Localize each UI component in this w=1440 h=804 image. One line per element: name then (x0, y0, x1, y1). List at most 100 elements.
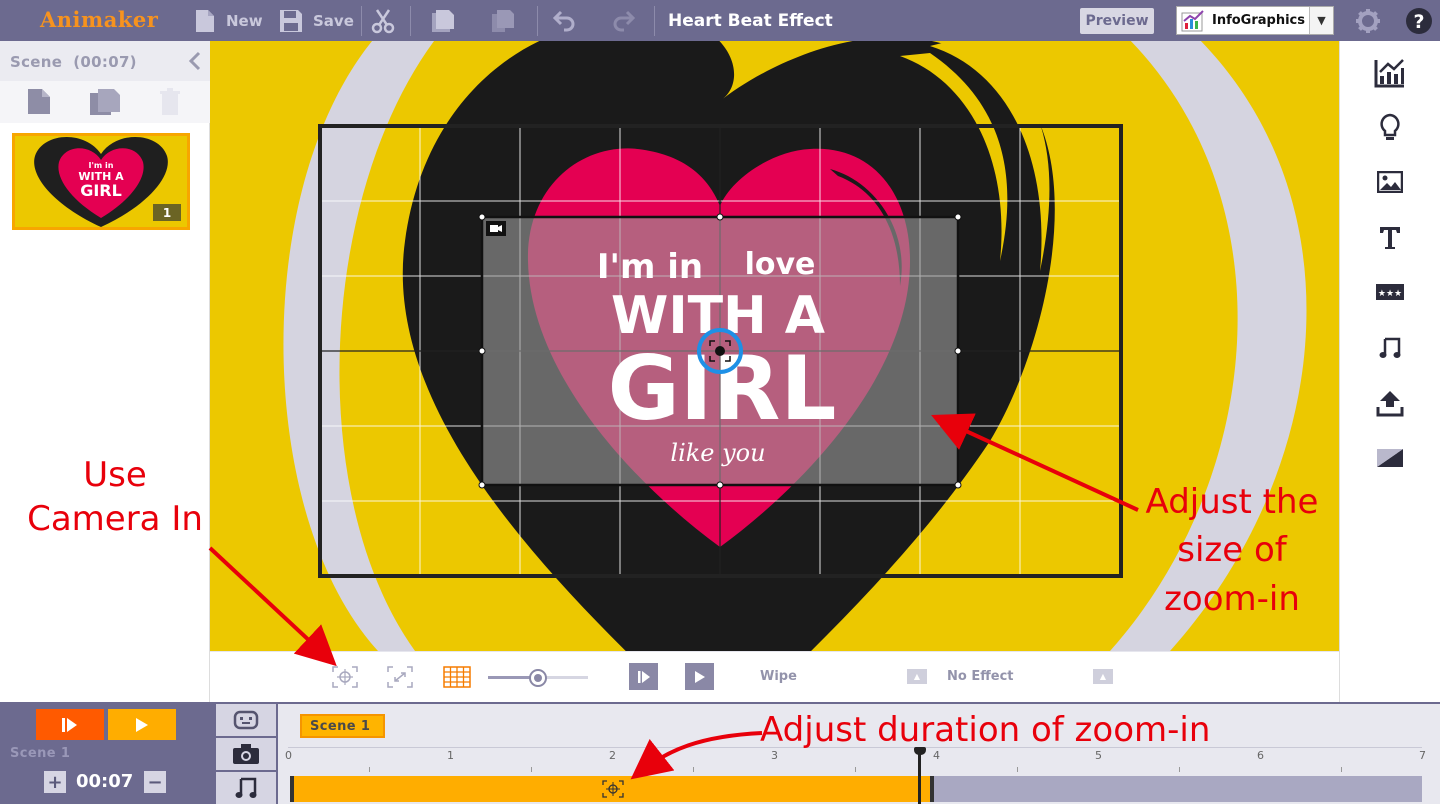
timeline-scene-label: Scene 1 (10, 746, 71, 761)
music-note-icon (1379, 337, 1401, 358)
art-text-love: love (745, 247, 816, 282)
text-tab[interactable] (1374, 222, 1406, 254)
toolbar-divider (537, 6, 538, 36)
lightbulb-icon (1380, 113, 1400, 140)
transition-select[interactable]: Wipe (760, 669, 797, 684)
undo-icon (552, 10, 575, 32)
camera-icon (233, 744, 259, 764)
effect-dropdown-button[interactable]: ▲ (1093, 669, 1113, 684)
app-window: Animaker New Save Heart Beat Effect Prev… (0, 0, 1440, 804)
annotation-line: Camera In (27, 499, 203, 540)
play-effect-button[interactable] (685, 663, 714, 690)
cut-button[interactable] (370, 8, 396, 38)
play-icon (136, 717, 148, 732)
music-track-button[interactable] (216, 772, 276, 804)
annotation-use-camera-in: Use Camera In (10, 453, 220, 541)
copy-button[interactable] (430, 9, 456, 37)
transition-dropdown-button[interactable]: ▲ (907, 669, 927, 684)
art-text-like-you: like you (670, 439, 765, 467)
camera-out-button[interactable] (387, 666, 413, 692)
annotation-line: Adjust the (1145, 482, 1319, 522)
scissors-icon (371, 9, 395, 34)
new-scene-icon (28, 89, 50, 114)
category-label: InfoGraphics (1212, 13, 1305, 28)
play-step-icon (637, 670, 650, 683)
zoom-slider-track[interactable] (488, 669, 588, 687)
play-all-button[interactable] (108, 709, 176, 740)
play-step-icon (62, 717, 77, 732)
chevron-up-icon: ▲ (913, 672, 921, 681)
svg-text:?: ? (1413, 11, 1424, 33)
upload-icon (1376, 391, 1404, 417)
images-tab[interactable] (1374, 166, 1406, 198)
grid-icon (443, 666, 471, 688)
grid-toggle-button[interactable] (443, 666, 471, 692)
play-scene-button[interactable] (36, 709, 104, 740)
upload-tab[interactable] (1374, 387, 1406, 419)
help-button[interactable]: ? (1405, 7, 1433, 39)
preview-button[interactable]: Preview (1080, 8, 1154, 34)
save-button[interactable]: Save (279, 9, 354, 33)
annotation-line: zoom-in (1164, 578, 1300, 619)
undo-button[interactable] (552, 10, 577, 36)
props-tab[interactable]: ★★★ (1374, 276, 1406, 308)
save-icon (280, 10, 302, 32)
svg-text:★★★: ★★★ (1378, 289, 1402, 299)
new-file-icon (196, 10, 214, 32)
scene-thumbnail[interactable]: I'm in WITH A GIRL 1 (12, 133, 190, 230)
play-icon (694, 670, 705, 683)
scene-duration: (00:07) (73, 53, 137, 71)
ruler-tick-label: 6 (1257, 749, 1264, 762)
camera-in-icon (602, 780, 624, 798)
effect-select[interactable]: No Effect (947, 669, 1014, 684)
ruler-tick-mark (693, 767, 694, 772)
charts-tab[interactable] (1374, 57, 1406, 89)
chevron-down-icon[interactable]: ▼ (1309, 7, 1333, 34)
add-scene-button[interactable] (27, 88, 51, 119)
ruler-tick-mark (1179, 767, 1180, 772)
thumb-text-1: I'm in (89, 161, 114, 170)
redo-button[interactable] (611, 10, 636, 36)
thumb-text-3: GIRL (80, 181, 122, 200)
new-button[interactable]: New (194, 9, 263, 33)
character-track-button[interactable] (216, 704, 276, 736)
gear-icon (1356, 9, 1380, 33)
camera-track-button[interactable] (216, 738, 276, 770)
increase-duration-button[interactable]: + (44, 771, 66, 793)
project-title[interactable]: Heart Beat Effect (668, 11, 833, 31)
chart-icon (1374, 59, 1404, 88)
category-select[interactable]: InfoGraphics ▼ (1176, 6, 1334, 35)
zoom-focus-point[interactable] (715, 346, 725, 356)
new-label: New (226, 12, 263, 30)
ruler-tick-mark (1017, 767, 1018, 772)
ideas-tab[interactable] (1374, 112, 1406, 144)
canvas-toolbar: Wipe ▲ No Effect ▲ (210, 651, 1339, 701)
camera-icon (490, 225, 502, 232)
paste-button[interactable] (490, 9, 516, 37)
playhead[interactable] (918, 748, 921, 804)
collapse-panel-button[interactable] (188, 51, 202, 75)
music-tab[interactable] (1374, 332, 1406, 364)
image-icon (1377, 171, 1403, 193)
camera-in-duration-bar[interactable] (290, 776, 934, 802)
duplicate-scene-button[interactable] (89, 88, 121, 120)
zoom-slider-handle[interactable] (529, 669, 547, 687)
delete-scene-button[interactable] (160, 88, 180, 120)
annotation-line: size of (1177, 530, 1287, 571)
ruler-tick-mark (531, 767, 532, 772)
top-toolbar: Animaker New Save Heart Beat Effect Prev… (0, 0, 1440, 41)
ruler-tick-label: 2 (609, 749, 616, 762)
background-icon (1377, 449, 1403, 467)
toolbar-divider (361, 6, 362, 36)
scene-title: Scene (10, 53, 63, 71)
decrease-duration-button[interactable]: − (144, 771, 166, 793)
help-icon: ? (1406, 8, 1432, 34)
scene-time: 00:07 (76, 771, 134, 792)
camera-in-icon (332, 666, 358, 688)
play-transition-button[interactable] (629, 663, 658, 690)
backgrounds-tab[interactable] (1374, 442, 1406, 474)
camera-in-button[interactable] (332, 666, 358, 692)
settings-button[interactable] (1355, 8, 1381, 38)
scene-toolbar (0, 81, 210, 123)
ruler-tick-label: 7 (1419, 749, 1426, 762)
